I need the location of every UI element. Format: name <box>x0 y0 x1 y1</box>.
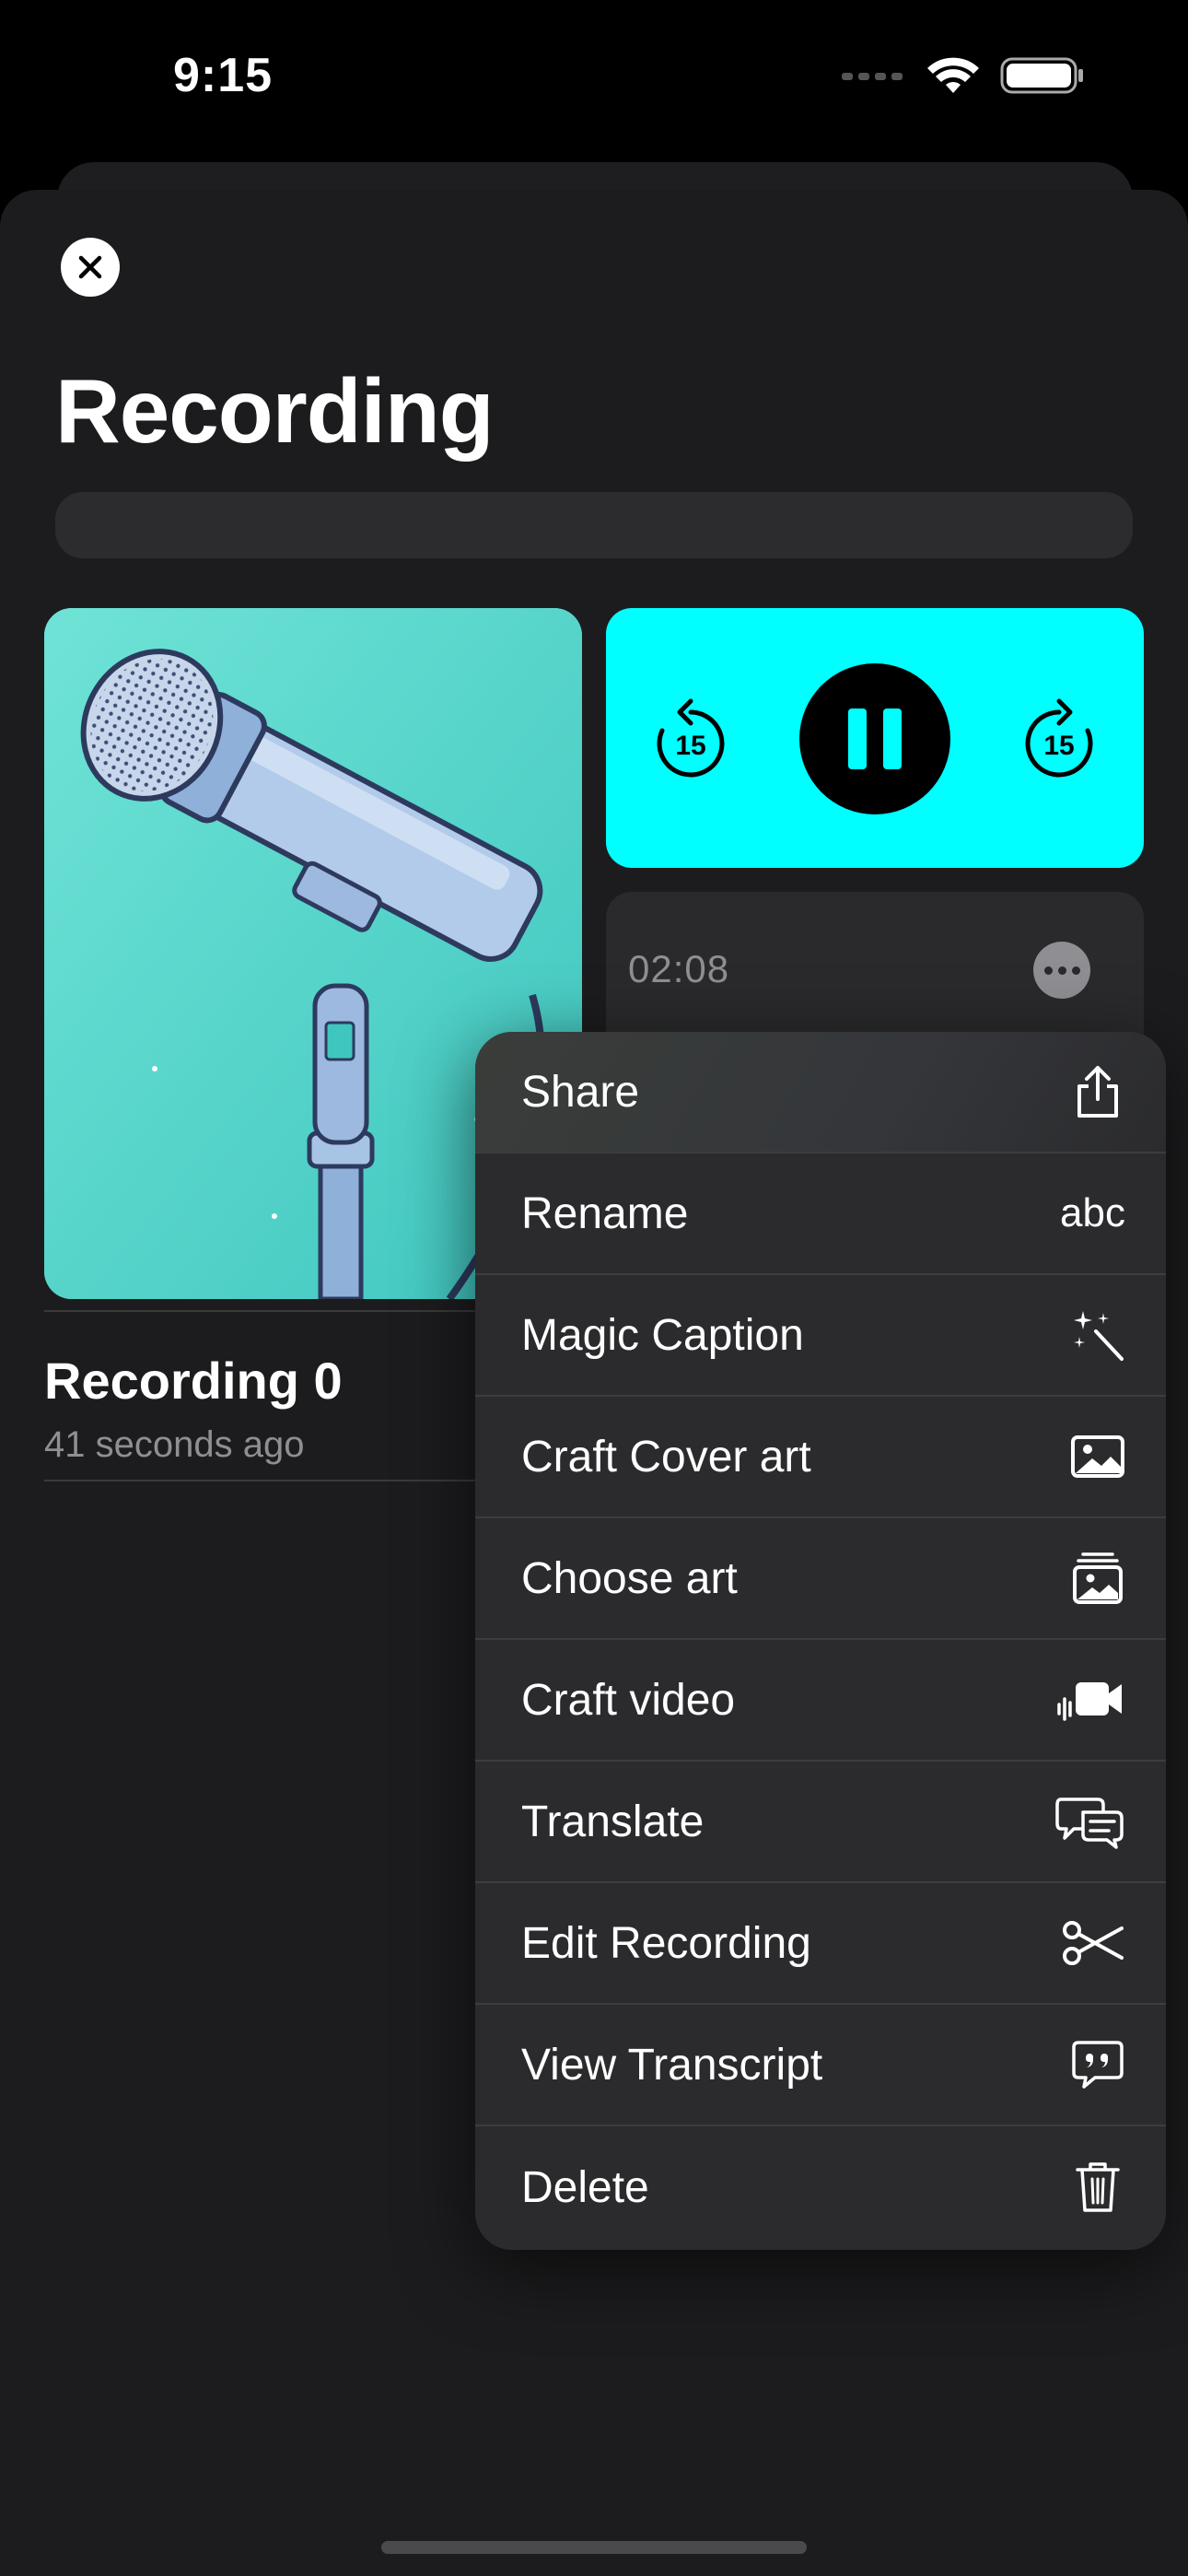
menu-item-label: Translate <box>521 1797 705 1846</box>
status-icons <box>842 55 1085 96</box>
duration-text: 02:08 <box>628 947 730 990</box>
trash-icon <box>1070 2160 1125 2215</box>
pause-icon-bar-right <box>883 708 902 769</box>
menu-item-rename[interactable]: Rename abc <box>475 1153 1166 1275</box>
menu-item-label: Craft video <box>521 1675 736 1725</box>
home-indicator[interactable] <box>381 2541 807 2554</box>
menu-item-choose-art[interactable]: Choose art <box>475 1518 1166 1640</box>
battery-icon <box>1000 57 1083 94</box>
skip-forward-seconds: 15 <box>1043 731 1074 761</box>
menu-item-label: Rename <box>521 1188 689 1238</box>
quote-bubble-icon <box>1070 2037 1125 2092</box>
recording-time-ago: 41 seconds ago <box>44 1424 305 1465</box>
wifi-icon <box>927 57 979 93</box>
playback-controls: 15 15 <box>606 608 1144 868</box>
more-icon-dot <box>1057 966 1066 975</box>
more-icon-dot <box>1071 966 1080 975</box>
share-icon <box>1070 1064 1125 1119</box>
menu-item-magic-caption[interactable]: Magic Caption <box>475 1275 1166 1397</box>
video-icon <box>1055 1672 1125 1727</box>
scissors-icon <box>1061 1915 1125 1971</box>
skip-back-seconds: 15 <box>675 731 705 761</box>
context-menu: Share Rename abc Magic Caption Craft Cov… <box>475 1032 1166 2250</box>
close-icon <box>78 255 102 279</box>
menu-item-label: Share <box>521 1067 640 1117</box>
menu-item-label: Craft Cover art <box>521 1432 811 1481</box>
photo-icon <box>1070 1429 1125 1484</box>
more-options-button[interactable] <box>1033 942 1090 999</box>
menu-item-craft-video[interactable]: Craft video <box>475 1640 1166 1762</box>
menu-item-translate[interactable]: Translate <box>475 1762 1166 1883</box>
skip-back-button[interactable]: 15 <box>654 696 728 787</box>
skip-back-15-icon: 15 <box>657 698 725 778</box>
menu-item-label: Delete <box>521 2162 649 2212</box>
photo-stack-icon <box>1070 1551 1125 1606</box>
more-icon-dot <box>1043 966 1053 975</box>
recording-name: Recording 0 <box>44 1352 343 1410</box>
sparkles-wand-icon <box>1070 1307 1125 1363</box>
search-bar[interactable] <box>55 492 1133 558</box>
menu-item-label: Choose art <box>521 1553 738 1603</box>
pause-button[interactable] <box>799 663 950 814</box>
page-title: Recording <box>55 360 495 462</box>
menu-item-delete[interactable]: Delete <box>475 2126 1166 2248</box>
cellular-icon <box>842 73 903 80</box>
close-button[interactable] <box>61 238 120 297</box>
menu-item-edit-recording[interactable]: Edit Recording <box>475 1883 1166 2005</box>
skip-forward-15-icon: 15 <box>1025 698 1093 778</box>
abc-icon: abc <box>1060 1190 1125 1235</box>
skip-forward-button[interactable]: 15 <box>1022 696 1096 787</box>
chat-bubbles-icon <box>1055 1794 1125 1849</box>
menu-item-view-transcript[interactable]: View Transcript <box>475 2005 1166 2126</box>
menu-item-label: View Transcript <box>521 2040 823 2090</box>
menu-item-share[interactable]: Share <box>475 1032 1166 1153</box>
menu-item-label: Edit Recording <box>521 1918 811 1968</box>
pause-icon-bar-left <box>848 708 867 769</box>
menu-item-craft-cover-art[interactable]: Craft Cover art <box>475 1397 1166 1518</box>
status-time: 9:15 <box>173 49 274 102</box>
menu-item-label: Magic Caption <box>521 1310 804 1360</box>
